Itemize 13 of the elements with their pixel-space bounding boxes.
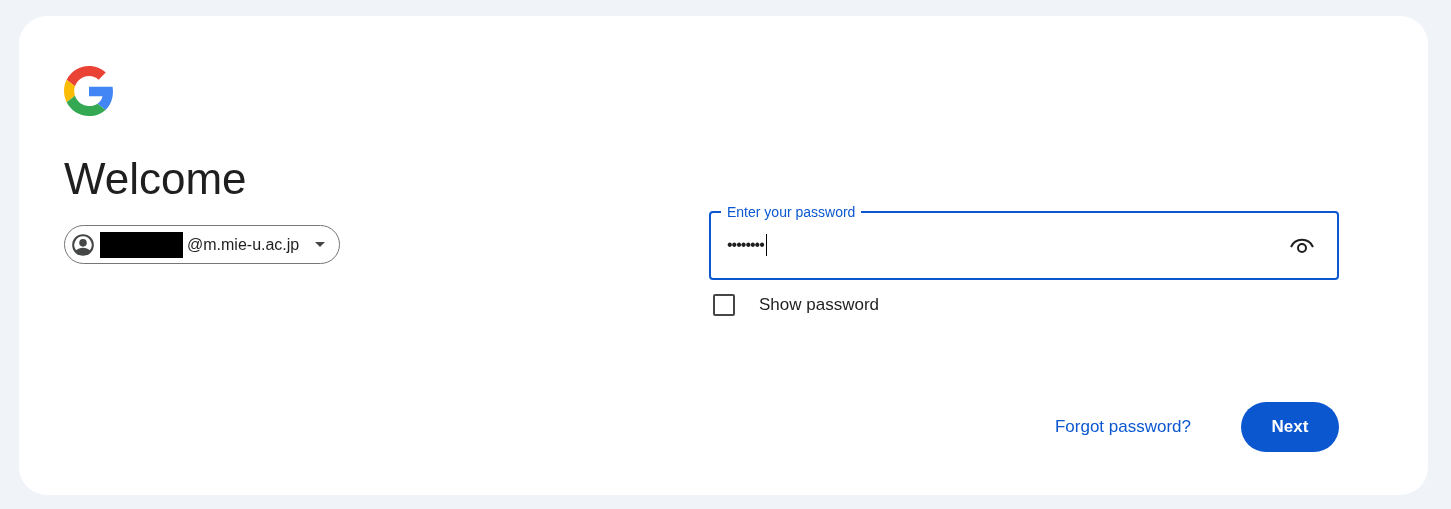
text-cursor bbox=[765, 234, 767, 256]
password-value: •••••••• bbox=[727, 235, 764, 255]
caret-icon bbox=[315, 242, 326, 247]
heading: Welcome bbox=[64, 153, 248, 205]
checkbox-label: Show password bbox=[759, 294, 879, 316]
logo-icon bbox=[64, 66, 114, 116]
eye-icon[interactable] bbox=[1289, 236, 1315, 254]
field-label: Enter your password bbox=[726, 204, 857, 220]
show-password-checkbox[interactable] bbox=[713, 293, 735, 316]
forgot-password-link[interactable]: Forgot password? bbox=[1054, 413, 1191, 440]
next-button[interactable]: Next bbox=[1241, 401, 1339, 452]
password-field[interactable]: Enter your password •••••••• bbox=[709, 204, 1339, 280]
account-icon bbox=[70, 231, 96, 258]
